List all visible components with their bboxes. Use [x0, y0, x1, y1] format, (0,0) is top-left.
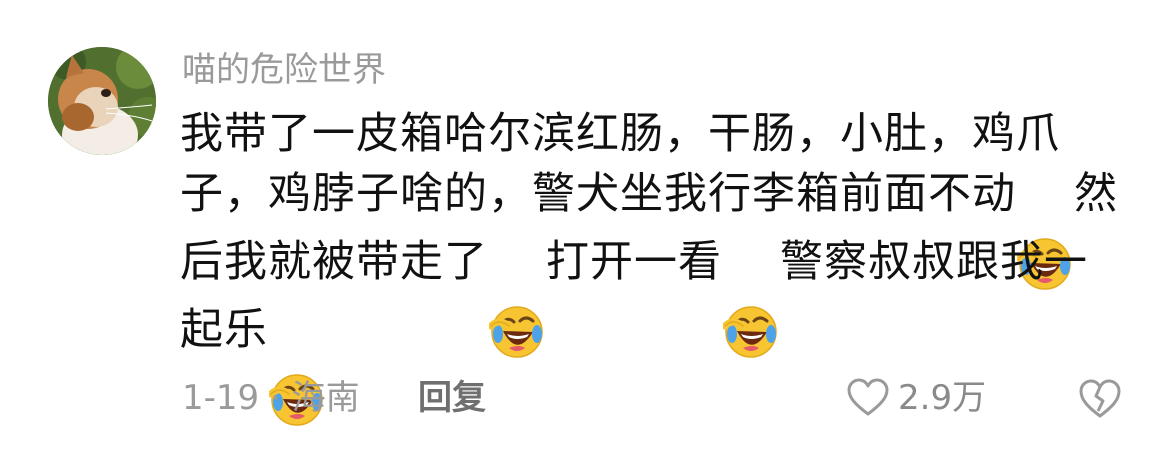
rolling-laughing-emoji-icon: [723, 244, 779, 358]
comment-body: 我带了一皮箱哈尔滨红肠，干肠，小肚，鸡爪子，鸡脖子啥的，警犬坐我行李箱前面不动 …: [180, 104, 1120, 426]
reply-button[interactable]: 回复: [418, 374, 486, 422]
comment-text: 打开一看: [546, 237, 722, 287]
rolling-laughing-emoji-icon: [489, 244, 545, 358]
like-button[interactable]: 2.9万: [846, 374, 986, 422]
broken-heart-icon: [1078, 378, 1122, 420]
username[interactable]: 喵的危险世界: [182, 48, 386, 92]
rolling-laughing-emoji-icon: [269, 312, 325, 426]
heart-outline-icon: [846, 378, 890, 418]
dislike-button[interactable]: [1078, 378, 1122, 420]
comment-meta: 1-19 · 海南: [182, 378, 360, 418]
avatar[interactable]: [48, 47, 156, 155]
comment-item: 喵的危险世界 我带了一皮箱哈尔滨红肠，干肠，小肚，鸡爪子，鸡脖子啥的，警犬坐我行…: [0, 0, 1170, 474]
comment-text: 我带了一皮箱哈尔滨红肠，干肠，小肚，鸡爪子，鸡脖子啥的，警犬坐我行李箱前面不动: [180, 109, 1060, 219]
like-count: 2.9万: [898, 378, 987, 418]
rolling-laughing-emoji-icon: [1017, 176, 1073, 290]
